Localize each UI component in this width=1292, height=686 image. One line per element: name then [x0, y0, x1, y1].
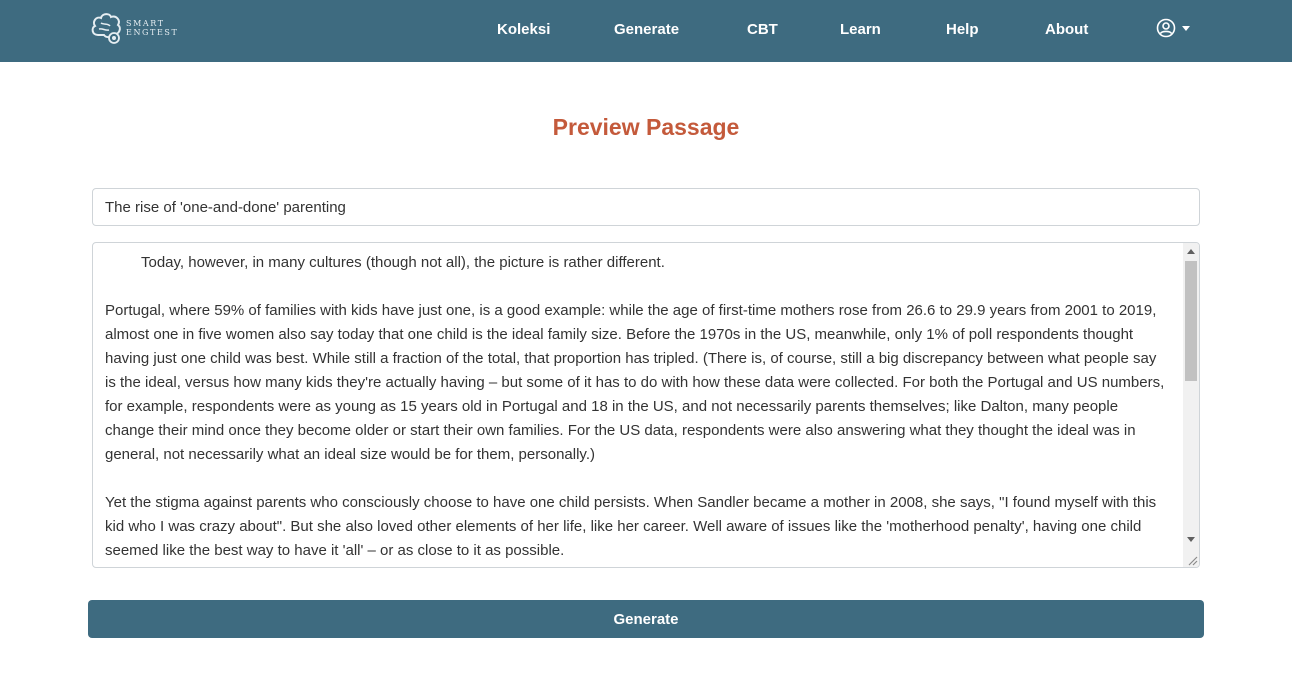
user-circle-icon — [1156, 18, 1176, 38]
scroll-down-arrow-icon[interactable] — [1187, 537, 1195, 542]
brain-logo-icon — [91, 13, 121, 44]
nav-learn[interactable]: Learn — [840, 20, 881, 40]
nav-generate[interactable]: Generate — [614, 20, 679, 40]
brand-logo[interactable]: SMART ENGTEST — [90, 11, 186, 45]
passage-title-input[interactable] — [92, 188, 1200, 226]
scroll-thumb[interactable] — [1185, 261, 1197, 381]
passage-scrollbar[interactable] — [1183, 243, 1199, 567]
nav-cbt[interactable]: CBT — [747, 20, 778, 40]
nav-help[interactable]: Help — [946, 20, 979, 40]
brand-name-line2: ENGTEST — [126, 28, 179, 37]
passage-text: Today, however, in many cultures (though… — [105, 251, 1165, 567]
nav-about[interactable]: About — [1045, 20, 1088, 40]
navbar: SMART ENGTEST Koleksi Generate CBT Learn… — [0, 0, 1292, 62]
generate-button[interactable]: Generate — [88, 600, 1204, 638]
brand-name: SMART ENGTEST — [126, 19, 178, 37]
resize-handle-icon[interactable] — [1186, 554, 1198, 566]
caret-down-icon — [1182, 25, 1190, 31]
passage-paragraph: Today, however, in many cultures (though… — [141, 254, 665, 271]
nav-koleksi[interactable]: Koleksi — [497, 20, 550, 40]
page-title: Preview Passage — [552, 114, 740, 140]
user-menu-toggle[interactable] — [1156, 18, 1190, 38]
scroll-up-arrow-icon[interactable] — [1187, 249, 1195, 254]
passage-textarea[interactable]: Today, however, in many cultures (though… — [92, 242, 1200, 568]
passage-paragraph: Yet the stigma against parents who consc… — [105, 494, 1157, 559]
brand-name-line1: SMART — [126, 19, 165, 28]
passage-paragraph: Portugal, where 59% of families with kid… — [105, 302, 1165, 463]
